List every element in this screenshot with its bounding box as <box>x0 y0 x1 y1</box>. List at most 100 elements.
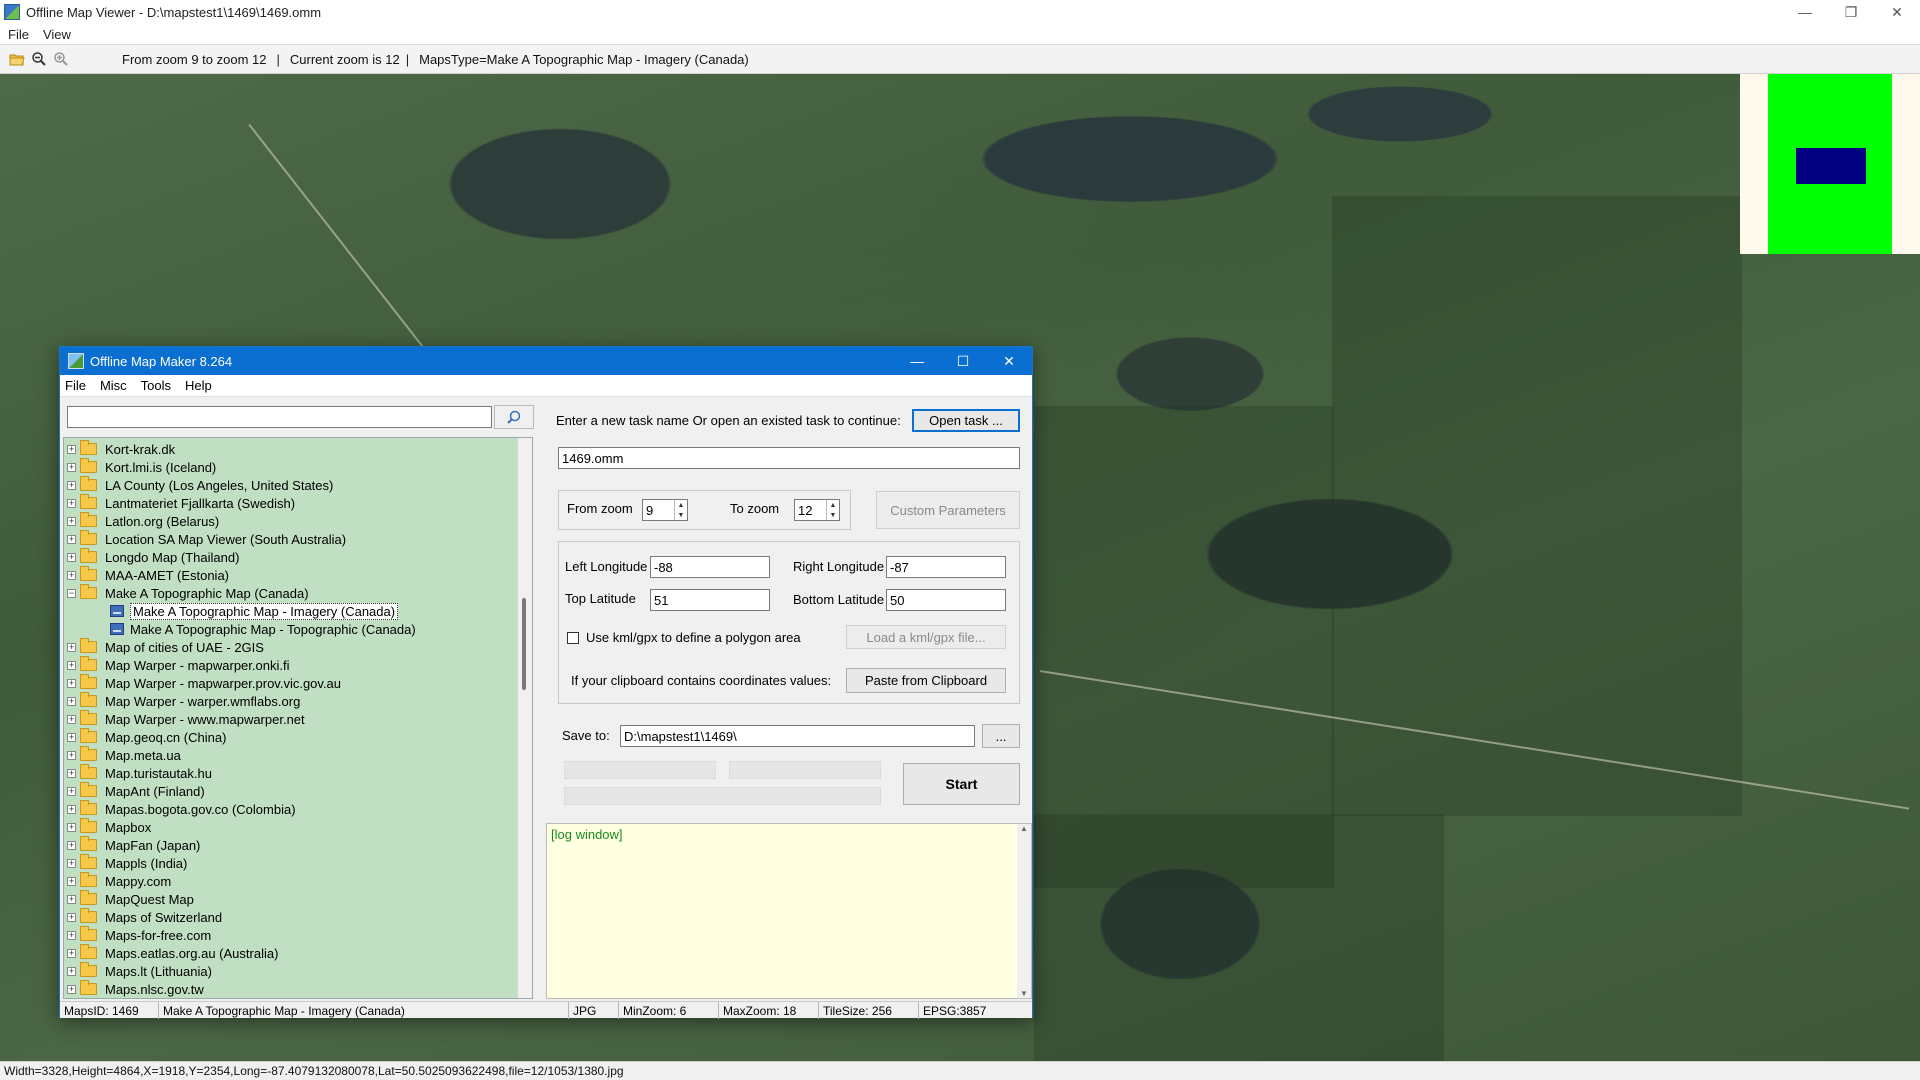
dialog-menu-file[interactable]: File <box>65 378 86 393</box>
stepper-down-icon[interactable]: ▼ <box>827 510 839 520</box>
expand-icon[interactable]: + <box>67 552 76 562</box>
tree-folder-item[interactable]: + Mappls (India) <box>64 854 187 872</box>
log-window[interactable]: [log window] ▲ ▼ <box>546 823 1032 999</box>
expand-icon[interactable]: + <box>67 840 76 850</box>
log-scrollbar[interactable]: ▲ ▼ <box>1017 824 1031 998</box>
expand-icon[interactable]: + <box>67 678 76 688</box>
tree-folder-item[interactable]: + MapAnt (Finland) <box>64 782 205 800</box>
tree-folder-item[interactable]: + Map.turistautak.hu <box>64 764 212 782</box>
expand-icon[interactable]: + <box>67 498 76 508</box>
dialog-maximize-button[interactable]: ☐ <box>940 347 986 375</box>
tree-folder-item[interactable]: + Map Warper - www.mapwarper.net <box>64 710 305 728</box>
expand-icon[interactable]: + <box>67 516 76 526</box>
tree-folder-item[interactable]: + Map Warper - mapwarper.onki.fi <box>64 656 289 674</box>
open-task-button[interactable]: Open task ... <box>912 409 1020 432</box>
overview-minimap[interactable] <box>1740 74 1920 254</box>
expand-icon[interactable]: + <box>67 660 76 670</box>
tree-folder-item[interactable]: + Longdo Map (Thailand) <box>64 548 239 566</box>
expand-icon[interactable]: + <box>67 750 76 760</box>
minimap-viewport-box[interactable] <box>1796 148 1866 184</box>
tree-folder-item[interactable]: + Latlon.org (Belarus) <box>64 512 219 530</box>
expand-icon[interactable]: + <box>67 966 76 976</box>
tree-folder-item[interactable]: + Map Warper - mapwarper.prov.vic.gov.au <box>64 674 341 692</box>
zoom-out-icon[interactable] <box>28 48 50 70</box>
left-longitude-input[interactable]: -88 <box>650 556 770 578</box>
expand-icon[interactable]: + <box>67 462 76 472</box>
expand-icon[interactable]: + <box>67 642 76 652</box>
tree-folder-item[interactable]: + Mappy.com <box>64 872 171 890</box>
tree-folder-item[interactable]: + Kort-krak.dk <box>64 440 175 458</box>
dialog-minimize-button[interactable]: — <box>894 347 940 375</box>
expand-icon[interactable]: + <box>67 534 76 544</box>
dialog-titlebar[interactable]: Offline Map Maker 8.264 — ☐ ✕ <box>60 347 1032 375</box>
stepper-down-icon[interactable]: ▼ <box>675 510 687 520</box>
save-path-input[interactable]: D:\mapstest1\1469\ <box>620 725 975 747</box>
viewer-restore-button[interactable]: ❐ <box>1828 0 1874 24</box>
tree-folder-item[interactable]: + MapQuest Map <box>64 890 194 908</box>
to-zoom-stepper[interactable]: 12 ▲ ▼ <box>794 499 840 521</box>
tree-folder-item[interactable]: + Maps.eatlas.org.au (Australia) <box>64 944 278 962</box>
task-name-input[interactable]: 1469.omm <box>558 447 1020 469</box>
expand-icon[interactable]: + <box>67 822 76 832</box>
viewer-menu-view[interactable]: View <box>43 27 71 42</box>
expand-icon[interactable]: + <box>67 930 76 940</box>
tree-folder-item[interactable]: + Map of cities of UAE - 2GIS <box>64 638 264 656</box>
expand-icon[interactable]: + <box>67 786 76 796</box>
expand-icon[interactable]: + <box>67 804 76 814</box>
expand-icon[interactable]: + <box>67 912 76 922</box>
expand-icon[interactable]: + <box>67 948 76 958</box>
expand-icon[interactable]: + <box>67 696 76 706</box>
open-folder-icon[interactable] <box>6 48 28 70</box>
scroll-up-icon[interactable]: ▲ <box>1020 824 1028 833</box>
start-button[interactable]: Start <box>903 763 1020 805</box>
expand-icon[interactable]: + <box>67 570 76 580</box>
dialog-menu-misc[interactable]: Misc <box>100 378 127 393</box>
tree-folder-item[interactable]: + Maps.lt (Lithuania) <box>64 962 212 980</box>
tree-folder-item[interactable]: + Mapbox <box>64 818 151 836</box>
expand-icon[interactable]: + <box>67 480 76 490</box>
viewer-minimize-button[interactable]: — <box>1782 0 1828 24</box>
expand-icon[interactable]: + <box>67 444 76 454</box>
expand-icon[interactable]: + <box>67 768 76 778</box>
tree-map-item[interactable]: Make A Topographic Map - Topographic (Ca… <box>64 620 416 638</box>
tree-folder-item[interactable]: + Map Warper - warper.wmflabs.org <box>64 692 300 710</box>
scroll-down-icon[interactable]: ▼ <box>1020 989 1028 998</box>
tree-folder-item[interactable]: + Maps of Switzerland <box>64 908 222 926</box>
load-kml-button[interactable]: Load a kml/gpx file... <box>846 625 1006 649</box>
dialog-menu-help[interactable]: Help <box>185 378 212 393</box>
collapse-icon[interactable]: − <box>67 588 76 598</box>
map-search-button[interactable] <box>494 405 534 429</box>
from-zoom-stepper[interactable]: 9 ▲ ▼ <box>642 499 688 521</box>
dialog-menu-tools[interactable]: Tools <box>141 378 171 393</box>
zoom-in-icon[interactable] <box>50 48 72 70</box>
map-search-input[interactable] <box>67 406 492 428</box>
tree-scrollbar-thumb[interactable] <box>522 598 526 690</box>
expand-icon[interactable]: + <box>67 714 76 724</box>
map-source-tree[interactable]: + Kort-krak.dk + Kort.lmi.is (Iceland) + LA C… <box>63 437 533 999</box>
use-kml-checkbox[interactable] <box>567 632 579 644</box>
top-latitude-input[interactable]: 51 <box>650 589 770 611</box>
tree-folder-item[interactable]: + Map.meta.ua <box>64 746 181 764</box>
browse-folder-button[interactable]: ... <box>982 724 1020 748</box>
bottom-latitude-input[interactable]: 50 <box>886 589 1006 611</box>
dialog-close-button[interactable]: ✕ <box>986 347 1032 375</box>
tree-folder-item[interactable]: + Maps-for-free.com <box>64 926 211 944</box>
tree-folder-item[interactable]: + Lantmateriet Fjallkarta (Swedish) <box>64 494 295 512</box>
tree-folder-item[interactable]: + Maps.nlsc.gov.tw <box>64 980 204 998</box>
tree-folder-item[interactable]: + Location SA Map Viewer (South Australia… <box>64 530 346 548</box>
tree-folder-item[interactable]: + MapFan (Japan) <box>64 836 200 854</box>
expand-icon[interactable]: + <box>67 984 76 994</box>
tree-folder-item[interactable]: + MAA-AMET (Estonia) <box>64 566 229 584</box>
expand-icon[interactable]: + <box>67 732 76 742</box>
stepper-up-icon[interactable]: ▲ <box>827 500 839 510</box>
expand-icon[interactable]: + <box>67 876 76 886</box>
tree-folder-item[interactable]: + Mapas.bogota.gov.co (Colombia) <box>64 800 296 818</box>
tree-folder-item[interactable]: + Map.geoq.cn (China) <box>64 728 226 746</box>
custom-parameters-button[interactable]: Custom Parameters <box>876 491 1020 529</box>
expand-icon[interactable]: + <box>67 858 76 868</box>
tree-map-item[interactable]: Make A Topographic Map - Imagery (Canada… <box>64 602 399 620</box>
paste-from-clipboard-button[interactable]: Paste from Clipboard <box>846 668 1006 693</box>
viewer-menu-file[interactable]: File <box>8 27 29 42</box>
stepper-up-icon[interactable]: ▲ <box>675 500 687 510</box>
viewer-close-button[interactable]: ✕ <box>1874 0 1920 24</box>
